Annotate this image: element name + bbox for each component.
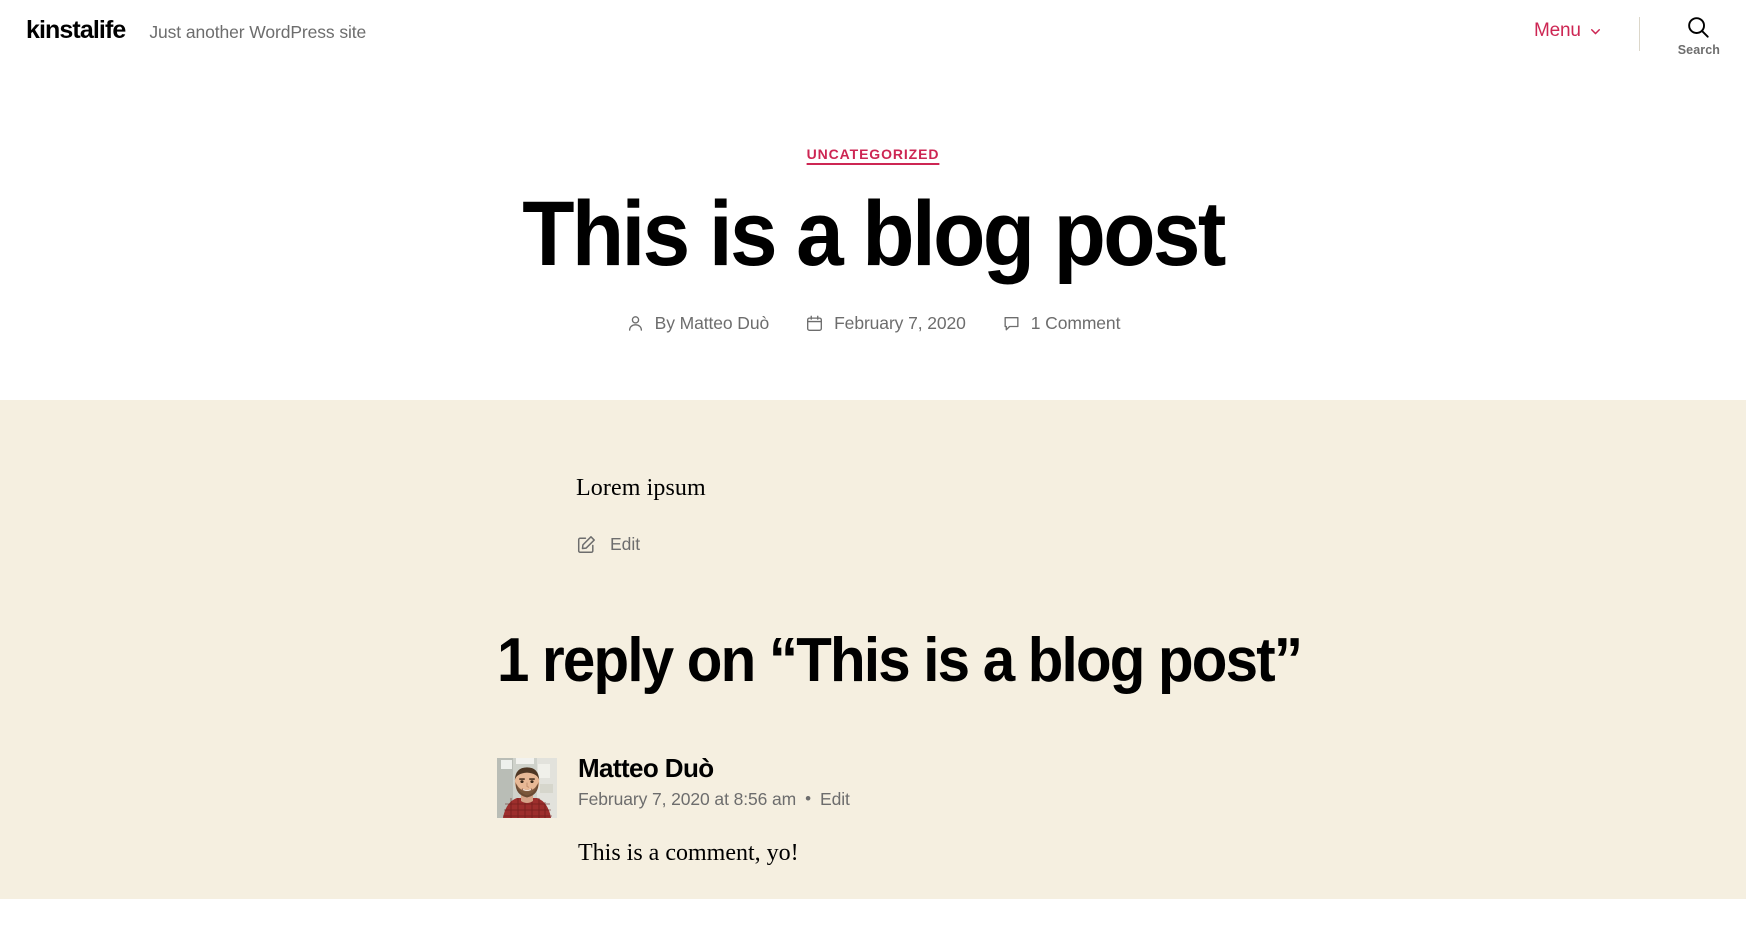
header-divider [1638, 17, 1640, 51]
menu-toggle-button[interactable]: Menu [1532, 14, 1603, 48]
post-date-text: February 7, 2020 [834, 312, 966, 333]
post-author-name: By Matteo Duò [654, 312, 770, 333]
comments-wrapper: 1 reply on “This is a blog post” Matteo … [0, 625, 1746, 871]
comment-item: Matteo Duò February 7, 2020 at 8:56 am •… [497, 753, 1626, 871]
site-header: kinstalife Just another WordPress site M… [0, 0, 1746, 72]
header-navigation: Menu Search [1532, 14, 1724, 57]
comment-metadata: February 7, 2020 at 8:56 am • Edit [578, 789, 850, 810]
post-comment-count: 1 Comment [1002, 313, 1121, 334]
search-toggle-label: Search [1677, 43, 1720, 57]
chevron-down-icon [1590, 26, 1601, 37]
pencil-square-icon [576, 534, 597, 555]
menu-toggle-label: Menu [1533, 20, 1581, 41]
search-icon [1685, 14, 1712, 41]
site-tagline: Just another WordPress site [149, 22, 367, 42]
comment-body: Matteo Duò February 7, 2020 at 8:56 am •… [557, 753, 850, 871]
post-date: February 7, 2020 [805, 313, 966, 334]
page-title: This is a blog post [522, 183, 1226, 285]
search-toggle-button[interactable]: Search [1674, 14, 1724, 57]
post-edit-link[interactable]: Edit [576, 534, 640, 555]
avatar [497, 757, 557, 818]
comment-metadata-separator: • [805, 789, 811, 809]
entry-content: Lorem ipsum [576, 470, 1626, 506]
comment-text: This is a comment, yo! [578, 839, 799, 866]
calendar-icon [805, 314, 824, 333]
comment-bubble-icon [1002, 314, 1021, 333]
post-author: By Matteo Duò [626, 313, 769, 334]
site-branding: kinstalife Just another WordPress site [26, 18, 366, 43]
entry-meta: By Matteo Duò February 7, 2020 1 Comment [0, 313, 1746, 334]
entry-paragraph: Lorem ipsum [576, 474, 706, 501]
category-link-uncategorized[interactable]: UNCATEGORIZED [807, 146, 940, 162]
post-body: Lorem ipsum Edit 1 reply on “This is a b… [0, 399, 1746, 899]
post-edit-label: Edit [610, 533, 641, 554]
comment-author-name: Matteo Duò [578, 752, 714, 783]
comments-area: 1 reply on “This is a blog post” Matteo … [0, 555, 1746, 871]
person-icon [626, 314, 645, 333]
entry-content-wrapper: Lorem ipsum Edit [0, 470, 1746, 555]
entry-header: UNCATEGORIZED This is a blog post By Mat… [0, 72, 1746, 400]
site-title-link[interactable]: kinstalife [26, 18, 126, 43]
comments-title: 1 reply on “This is a blog post” [497, 625, 1303, 695]
comment-permalink-date[interactable]: February 7, 2020 at 8:56 am [578, 789, 796, 810]
comment-edit-link[interactable]: Edit [820, 789, 850, 810]
post-comment-count-link[interactable]: 1 Comment [1031, 313, 1121, 334]
entry-categories: UNCATEGORIZED [0, 146, 1746, 164]
